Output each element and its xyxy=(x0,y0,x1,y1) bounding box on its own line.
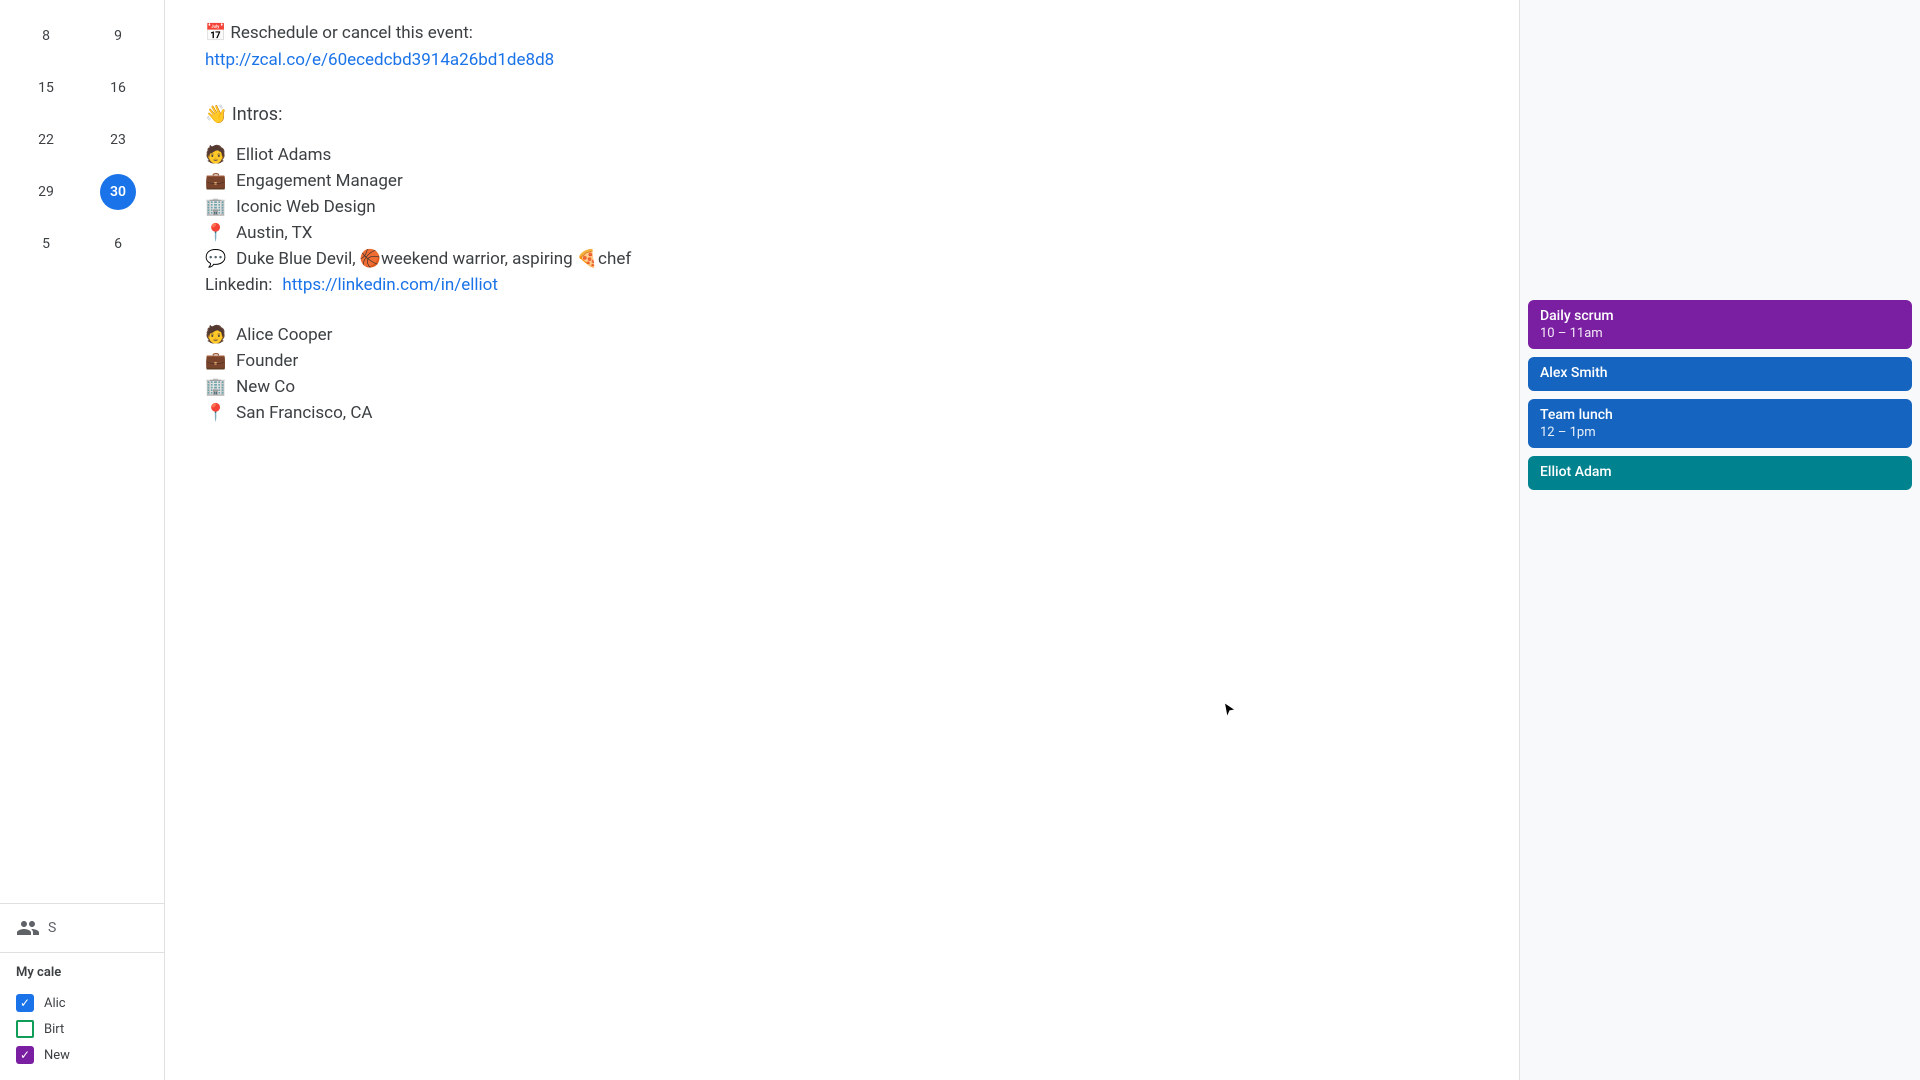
intros-section: 👋 Intros: 🧑 Elliot Adams 💼 Engagement Ma… xyxy=(205,104,1479,423)
calendar-item-birthdays[interactable]: Birt xyxy=(16,1016,148,1042)
calendar-label-alice: Alic xyxy=(44,996,66,1011)
date-29[interactable]: 29 xyxy=(28,174,64,210)
calendar-checkbox-alice[interactable]: ✓ xyxy=(16,994,34,1012)
people-icon xyxy=(16,916,40,940)
event-title-team-lunch: Team lunch xyxy=(1540,407,1900,423)
person-name-elliot: Elliot Adams xyxy=(236,145,331,165)
chat-emoji-elliot: 💬 xyxy=(205,249,226,269)
people-section: S xyxy=(0,903,164,952)
people-icon-row[interactable]: S xyxy=(16,916,148,940)
person-role-line-alice: 💼 Founder xyxy=(205,351,1479,371)
calendar-label-birthdays: Birt xyxy=(44,1022,64,1037)
reschedule-label: Reschedule or cancel this event: xyxy=(230,23,473,43)
person-linkedin-line-elliot: Linkedin: https://linkedin.com/in/elliot xyxy=(205,275,1479,295)
date-row-5: 5 6 xyxy=(0,218,164,270)
date-22[interactable]: 22 xyxy=(28,122,64,158)
event-team-lunch[interactable]: Team lunch 12 – 1pm xyxy=(1528,399,1912,448)
person-emoji-elliot: 🧑 xyxy=(205,145,226,165)
people-label: S xyxy=(48,920,56,936)
person-company-elliot: Iconic Web Design xyxy=(236,197,375,217)
person-location-line-alice: 📍 San Francisco, CA xyxy=(205,403,1479,423)
linkedin-label-elliot: Linkedin: xyxy=(205,275,272,295)
date-row-3: 22 23 xyxy=(0,114,164,166)
reschedule-link[interactable]: http://zcal.co/e/60ecedcbd3914a26bd1de8d… xyxy=(205,50,554,70)
person-company-alice: New Co xyxy=(236,377,295,397)
reschedule-text: 📅 Reschedule or cancel this event: http:… xyxy=(205,20,1479,74)
pin-emoji-elliot: 📍 xyxy=(205,223,226,243)
person-location-elliot: Austin, TX xyxy=(236,223,312,243)
person-bio-elliot: Duke Blue Devil, 🏀weekend warrior, aspir… xyxy=(236,249,631,269)
person-role-elliot: Engagement Manager xyxy=(236,171,403,191)
person-name-line-alice: 🧑 Alice Cooper xyxy=(205,325,1479,345)
person-role-alice: Founder xyxy=(236,351,298,371)
reschedule-section: 📅 Reschedule or cancel this event: http:… xyxy=(205,20,1479,74)
calendar-checkbox-new[interactable]: ✓ xyxy=(16,1046,34,1064)
briefcase-emoji-elliot: 💼 xyxy=(205,171,226,191)
briefcase-emoji-alice: 💼 xyxy=(205,351,226,371)
person-bio-line-elliot: 💬 Duke Blue Devil, 🏀weekend warrior, asp… xyxy=(205,249,1479,269)
mini-calendar: 8 9 15 16 22 23 29 30 5 6 xyxy=(0,0,164,903)
date-30-today[interactable]: 30 xyxy=(100,174,136,210)
calendar-emoji: 📅 xyxy=(205,23,226,43)
pin-emoji-alice: 📍 xyxy=(205,403,226,423)
date-9[interactable]: 9 xyxy=(100,18,136,54)
date-6[interactable]: 6 xyxy=(100,226,136,262)
calendar-events-area: Daily scrum 10 – 11am Alex Smith Team lu… xyxy=(1520,0,1920,1080)
event-time-daily-scrum: 10 – 11am xyxy=(1540,326,1900,341)
checkmark-icon-2: ✓ xyxy=(20,1048,30,1062)
linkedin-link-elliot[interactable]: https://linkedin.com/in/elliot xyxy=(282,275,498,295)
date-23[interactable]: 23 xyxy=(100,122,136,158)
sidebar: 8 9 15 16 22 23 29 30 5 6 S My cale xyxy=(0,0,165,1080)
date-row-4: 29 30 xyxy=(0,166,164,218)
person-emoji-alice: 🧑 xyxy=(205,325,226,345)
person-company-line-elliot: 🏢 Iconic Web Design xyxy=(205,197,1479,217)
event-title-daily-scrum: Daily scrum xyxy=(1540,308,1900,324)
my-calendars-section: My cale ✓ Alic Birt ✓ New xyxy=(0,952,164,1080)
building-emoji-alice: 🏢 xyxy=(205,377,226,397)
calendar-checkbox-birthdays[interactable] xyxy=(16,1020,34,1038)
person-name-alice: Alice Cooper xyxy=(236,325,332,345)
calendar-column: Daily scrum 10 – 11am Alex Smith Team lu… xyxy=(1520,0,1920,1080)
checkmark-icon: ✓ xyxy=(20,996,30,1010)
person-location-line-elliot: 📍 Austin, TX xyxy=(205,223,1479,243)
building-emoji-elliot: 🏢 xyxy=(205,197,226,217)
person-block-alice: 🧑 Alice Cooper 💼 Founder 🏢 New Co 📍 San … xyxy=(205,325,1479,423)
event-alex-smith[interactable]: Alex Smith xyxy=(1528,357,1912,391)
my-calendars-title: My cale xyxy=(16,965,148,980)
calendar-item-new[interactable]: ✓ New xyxy=(16,1042,148,1068)
date-16[interactable]: 16 xyxy=(100,70,136,106)
date-8[interactable]: 8 xyxy=(28,18,64,54)
date-15[interactable]: 15 xyxy=(28,70,64,106)
person-location-alice: San Francisco, CA xyxy=(236,403,372,423)
event-detail-panel: 📅 Reschedule or cancel this event: http:… xyxy=(165,0,1520,1080)
event-title-alex-smith: Alex Smith xyxy=(1540,365,1900,381)
event-title-elliot-adam: Elliot Adam xyxy=(1540,464,1900,480)
date-row-2: 15 16 xyxy=(0,62,164,114)
calendar-item-alice[interactable]: ✓ Alic xyxy=(16,990,148,1016)
date-5[interactable]: 5 xyxy=(28,226,64,262)
main-area: 📅 Reschedule or cancel this event: http:… xyxy=(165,0,1920,1080)
intros-heading: 👋 Intros: xyxy=(205,104,1479,125)
calendar-label-new: New xyxy=(44,1048,70,1063)
event-time-team-lunch: 12 – 1pm xyxy=(1540,425,1900,440)
person-role-line-elliot: 💼 Engagement Manager xyxy=(205,171,1479,191)
person-block-elliot: 🧑 Elliot Adams 💼 Engagement Manager 🏢 Ic… xyxy=(205,145,1479,295)
wave-emoji: 👋 xyxy=(205,104,227,125)
person-name-line-elliot: 🧑 Elliot Adams xyxy=(205,145,1479,165)
intros-label: Intros: xyxy=(232,104,283,125)
event-daily-scrum[interactable]: Daily scrum 10 – 11am xyxy=(1528,300,1912,349)
event-elliot-adam[interactable]: Elliot Adam xyxy=(1528,456,1912,490)
date-row-1: 8 9 xyxy=(0,10,164,62)
person-company-line-alice: 🏢 New Co xyxy=(205,377,1479,397)
